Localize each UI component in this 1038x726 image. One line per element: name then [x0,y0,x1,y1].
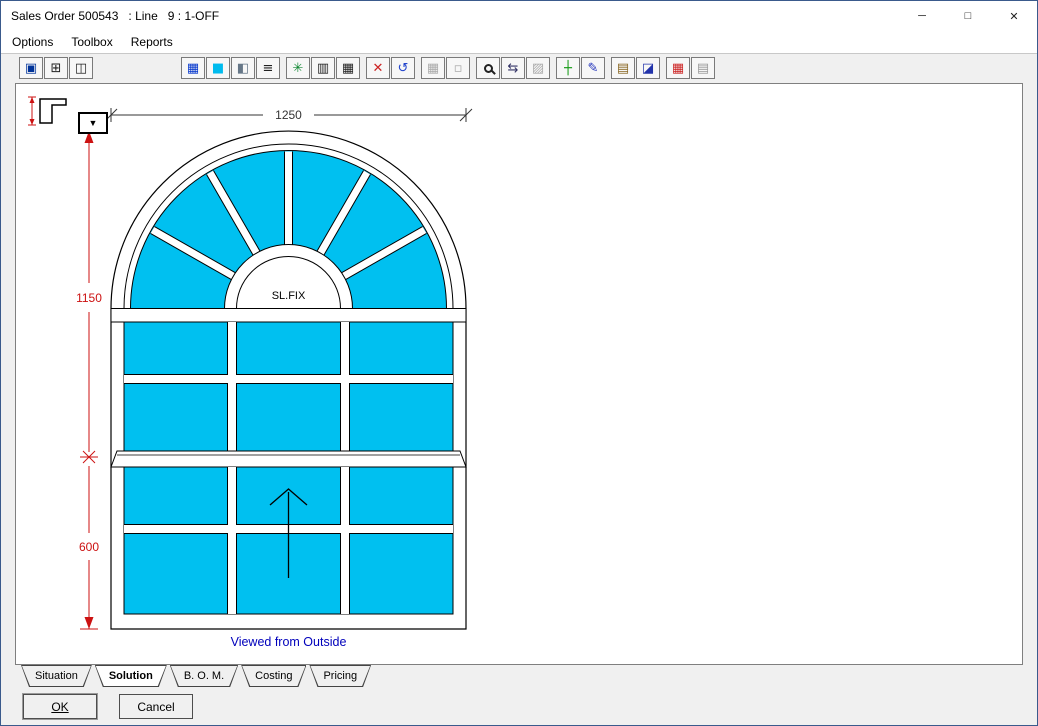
window-drawing[interactable]: 1250 1150 600 [16,84,1022,664]
properties-icon: ▤ [617,62,629,75]
nodes-button[interactable]: ┼ [556,57,580,79]
menu-bar: Options Toolbox Reports [1,31,1037,54]
costing-grid-button[interactable]: ▦ [666,57,690,79]
dimension-width-label: 1250 [275,108,302,122]
profiles-button[interactable]: ▣ [19,57,43,79]
window-controls: ─ □ ✕ [899,1,1037,31]
frame-view-icon: ◫ [75,62,87,75]
menu-options[interactable]: Options [3,31,62,53]
grid-view-button[interactable]: ⊞ [44,57,68,79]
copy-button[interactable]: ⇆ [501,57,525,79]
glazing-bars-button[interactable]: ▦ [336,57,360,79]
ok-button[interactable]: OK [23,694,97,719]
upper-sash-glass [124,322,453,451]
minimize-icon: ─ [918,10,926,22]
finishes-icon: ✳ [293,62,304,75]
toolbar: ▣ ⊞ ◫ ▦ ■ ◧ ≡ ✳ ▥ ▦ ✕ ↺ ▦ ▫ ⇆ ▨ ┼ ✎ ▤ ◪ … [1,54,1037,82]
dimension-upper-label: 1150 [76,291,102,305]
hatch-icon: ▨ [532,62,544,75]
app-window: Sales Order 500543 : Line 9 : 1-OFF ─ □ … [0,0,1038,726]
profile-section-icon [26,92,74,132]
mullions-button[interactable]: ▥ [311,57,335,79]
window-title: Sales Order 500543 : Line 9 : 1-OFF [11,9,219,23]
spec-list-icon: ≡ [263,62,274,75]
center-label: SL.FIX [272,290,306,302]
chevron-down-icon: ▼ [89,118,98,128]
costing-grid-icon: ▦ [672,62,684,75]
hardware-icon: ◧ [237,62,249,75]
measure-icon: ▫ [454,62,463,75]
tab-situation[interactable]: Situation [21,665,92,687]
grid-view-icon: ⊞ [51,62,62,75]
chart-button[interactable]: ◪ [636,57,660,79]
profile-selector: ▼ [26,92,108,134]
delete-button[interactable]: ✕ [366,57,390,79]
undo-button[interactable]: ↺ [391,57,415,79]
copy-icon: ⇆ [508,62,519,75]
nodes-icon: ┼ [564,62,572,75]
menu-toolbox[interactable]: Toolbox [62,31,121,53]
hatch-button[interactable]: ▨ [526,57,550,79]
dimension-heights [80,131,98,629]
tab-costing[interactable]: Costing [241,665,306,687]
close-icon: ✕ [1009,10,1018,23]
notes-button[interactable]: ▤ [691,57,715,79]
undo-icon: ↺ [398,62,409,75]
transom [111,309,466,323]
notes-icon: ▤ [697,62,709,75]
delete-icon: ✕ [373,62,384,75]
drawing-canvas: 1250 1150 600 [15,83,1023,665]
tab-strip: Situation Solution B. O. M. Costing Pric… [21,665,371,687]
meeting-rail [111,451,466,467]
tab-bom[interactable]: B. O. M. [170,665,238,687]
profiles-icon: ▣ [25,62,37,75]
spec-list-button[interactable]: ≡ [256,57,280,79]
finishes-button[interactable]: ✳ [286,57,310,79]
cancel-button[interactable]: Cancel [119,694,193,719]
maximize-icon: □ [965,10,972,22]
close-button[interactable]: ✕ [991,1,1037,31]
glazing-icon: ■ [212,62,224,75]
maximize-button[interactable]: □ [945,1,991,31]
dimension-lower-label: 600 [79,540,99,554]
zoom-icon [484,64,493,73]
chart-icon: ◪ [642,62,654,75]
profile-dropdown-button[interactable]: ▼ [78,112,108,134]
frame-design-icon: ▦ [187,62,199,75]
minimize-button[interactable]: ─ [899,1,945,31]
view-caption: Viewed from Outside [231,635,347,649]
frame-view-button[interactable]: ◫ [69,57,93,79]
dimensions-button[interactable]: ▦ [421,57,445,79]
properties-button[interactable]: ▤ [611,57,635,79]
tab-pricing[interactable]: Pricing [309,665,371,687]
dimensions-icon: ▦ [427,62,439,75]
zoom-button[interactable] [476,57,500,79]
hardware-button[interactable]: ◧ [231,57,255,79]
mullions-icon: ▥ [317,62,329,75]
title-bar: Sales Order 500543 : Line 9 : 1-OFF ─ □ … [1,1,1037,31]
edit-button[interactable]: ✎ [581,57,605,79]
tab-solution[interactable]: Solution [95,665,167,687]
glazing-button[interactable]: ■ [206,57,230,79]
edit-icon: ✎ [588,62,599,75]
frame-design-button[interactable]: ▦ [181,57,205,79]
menu-reports[interactable]: Reports [122,31,182,53]
measure-button[interactable]: ▫ [446,57,470,79]
glazing-bars-icon: ▦ [342,62,354,75]
